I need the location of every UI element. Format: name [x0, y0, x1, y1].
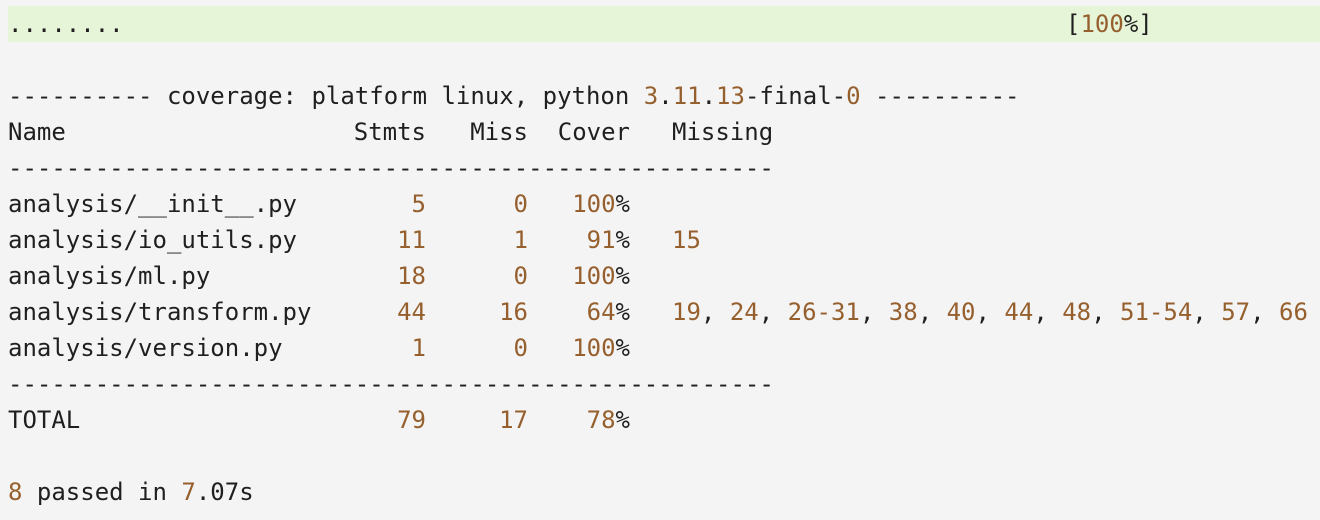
test-summary: 8 passed in 7.07s [8, 478, 254, 506]
row-stmts: 11 [397, 226, 426, 254]
total-stmts: 79 [397, 406, 426, 434]
col-header-name: Name [8, 118, 66, 146]
total-cover: 78% [586, 406, 630, 434]
row-stmts: 5 [411, 190, 426, 218]
row-cover: 100% [572, 334, 630, 362]
row-stmts: 44 [397, 298, 426, 326]
col-header-missing: Missing [672, 118, 774, 146]
row-miss: 0 [513, 262, 528, 290]
row-name: analysis/__init__.py [8, 190, 297, 218]
row-miss: 1 [513, 226, 528, 254]
row-cover: 100% [572, 262, 630, 290]
row-stmts: 1 [411, 334, 426, 362]
table-separator: ----------------------------------------… [8, 154, 774, 182]
row-miss: 16 [499, 298, 528, 326]
row-miss: 0 [513, 334, 528, 362]
row-stmts: 18 [397, 262, 426, 290]
coverage-header: ---------- coverage: platform linux, pyt… [8, 82, 1020, 110]
row-cover: 64% [586, 298, 630, 326]
row-name: analysis/version.py [8, 334, 283, 362]
table-separator: ----------------------------------------… [8, 370, 774, 398]
row-missing: 15 [672, 226, 701, 254]
row-name: analysis/transform.py [8, 298, 312, 326]
total-miss: 17 [499, 406, 528, 434]
row-missing: 19, 24, 26-31, 38, 40, 44, 48, 51-54, 57… [672, 298, 1308, 326]
row-name: analysis/io_utils.py [8, 226, 297, 254]
total-label: TOTAL [8, 406, 81, 434]
col-header-cover: Cover [557, 118, 630, 146]
progress-dots: ........ [8, 10, 124, 38]
row-cover: 100% [572, 190, 630, 218]
col-header-miss: Miss [470, 118, 528, 146]
row-miss: 0 [513, 190, 528, 218]
progress-percent: [100%] [1066, 10, 1153, 38]
row-cover: 91% [586, 226, 630, 254]
col-header-stmts: Stmts [353, 118, 426, 146]
row-name: analysis/ml.py [8, 262, 211, 290]
